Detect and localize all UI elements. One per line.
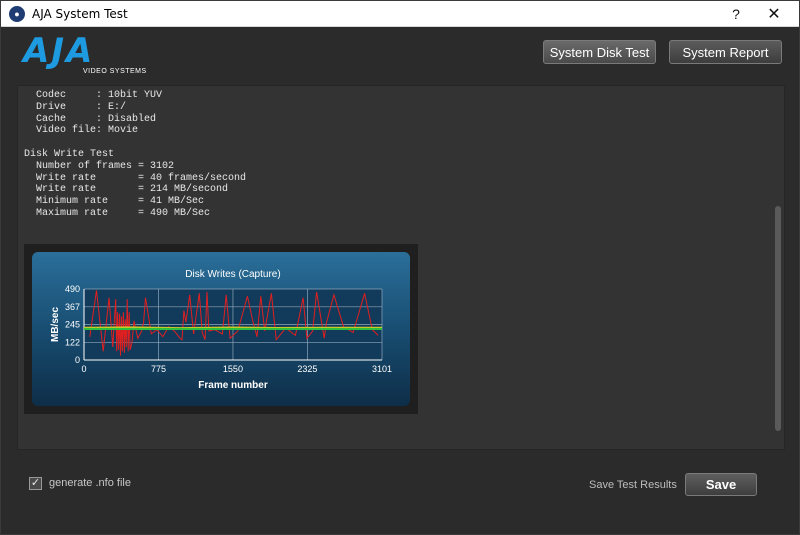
vertical-scrollbar[interactable] xyxy=(775,206,781,431)
x-tick-label: 775 xyxy=(151,364,166,374)
window-title: AJA System Test xyxy=(32,6,128,21)
x-tick-label: 2325 xyxy=(297,364,317,374)
chart-frame: 0 122 245 367 490 0 775 1550 2325 3101 Disk Writes… xyxy=(24,244,418,414)
app-window: ● AJA System Test ? ✕ AJA VIDEO SYSTEMS … xyxy=(0,0,800,535)
system-report-button[interactable]: System Report xyxy=(669,40,782,64)
x-tick-label: 1550 xyxy=(223,364,243,374)
header-bar: AJA VIDEO SYSTEMS System Disk Test Syste… xyxy=(1,28,799,85)
y-tick-label: 122 xyxy=(65,337,80,347)
generate-nfo-label: generate .nfo file xyxy=(49,477,131,489)
aja-app-icon: ● xyxy=(9,5,25,22)
help-button[interactable]: ? xyxy=(718,1,754,27)
title-bar: ● AJA System Test ? ✕ xyxy=(1,1,799,27)
series-line-1 xyxy=(83,326,383,330)
logo-subtitle: VIDEO SYSTEMS xyxy=(83,68,147,75)
y-tick-label: 0 xyxy=(75,355,80,365)
y-tick-label: 245 xyxy=(65,320,80,330)
logo-text: AJA xyxy=(23,31,95,71)
results-log: Codec : 10bit YUV Drive : E:/ Cache : Di… xyxy=(24,90,247,219)
close-button[interactable]: ✕ xyxy=(756,1,792,27)
system-disk-test-button[interactable]: System Disk Test xyxy=(543,40,656,64)
chart-svg: 0 122 245 367 490 0 775 1550 2325 3101 Disk Writes… xyxy=(50,269,392,391)
generate-nfo-checkbox[interactable]: ✓ xyxy=(29,477,42,490)
aja-logo: AJA VIDEO SYSTEMS xyxy=(23,34,153,78)
x-tick-label: 0 xyxy=(81,364,86,374)
save-test-results-label: Save Test Results xyxy=(589,479,677,491)
x-axis-label: Frame number xyxy=(198,380,268,391)
disk-writes-chart: 0 122 245 367 490 0 775 1550 2325 3101 Disk Writes… xyxy=(32,252,410,406)
y-tick-label: 367 xyxy=(65,302,80,312)
y-axis-label: MB/sec xyxy=(50,307,61,342)
results-panel: Codec : 10bit YUV Drive : E:/ Cache : Di… xyxy=(17,85,785,450)
y-tick-label: 490 xyxy=(65,284,80,294)
chart-title: Disk Writes (Capture) xyxy=(185,269,280,280)
x-tick-label: 3101 xyxy=(372,364,392,374)
save-button[interactable]: Save xyxy=(685,473,757,496)
